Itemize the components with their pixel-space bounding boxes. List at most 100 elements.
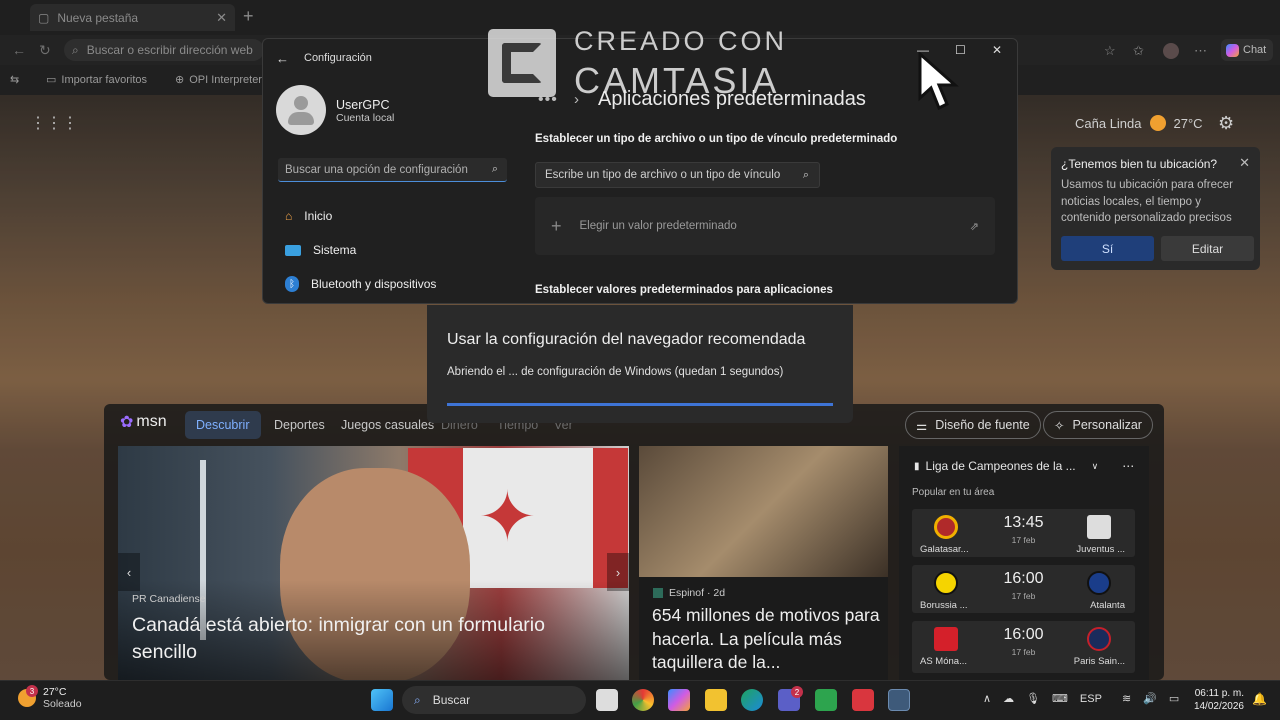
- copilot-icon[interactable]: [668, 689, 690, 711]
- film-photo: [639, 446, 888, 577]
- dialog-progress-bar: [447, 403, 833, 406]
- edge-icon[interactable]: [741, 689, 763, 711]
- task-view-icon[interactable]: [596, 689, 618, 711]
- location-popup: ¿Tenemos bien tu ubicación? Usamos tu ub…: [1051, 147, 1260, 270]
- nav-item-home[interactable]: ⌂ Inicio: [285, 209, 332, 223]
- mouse-cursor-icon: [918, 52, 960, 112]
- camtasia-green-icon[interactable]: [815, 689, 837, 711]
- copilot-icon: [1226, 43, 1239, 57]
- microphone-icon[interactable]: 🎙: [1026, 692, 1040, 705]
- back-arrow-icon[interactable]: ←: [276, 51, 289, 66]
- location-popup-title: ¿Tenemos bien tu ubicación?: [1061, 157, 1218, 171]
- match-time: 16:00: [1003, 570, 1044, 587]
- news-headline[interactable]: Canadá está abierto: inmigrar con un for…: [132, 612, 612, 666]
- carousel-next-icon[interactable]: ›: [607, 553, 629, 591]
- taskbar-temp: 27°C: [43, 686, 67, 698]
- personalize-button[interactable]: ✧ Personalizar: [1043, 411, 1153, 439]
- volume-icon[interactable]: 🔊: [1143, 692, 1157, 705]
- chrome-icon[interactable]: [632, 689, 654, 711]
- taskbar-search[interactable]: ⌕ Buscar: [402, 686, 586, 714]
- onedrive-icon[interactable]: ☁: [1003, 692, 1014, 705]
- chevron-up-icon[interactable]: ∧: [983, 692, 991, 705]
- weather-widget[interactable]: Caña Linda 27°C: [1075, 115, 1203, 131]
- keyboard-icon[interactable]: ⌨: [1052, 692, 1068, 705]
- plus-icon: +: [551, 215, 562, 236]
- taskbar-weather[interactable]: 3 27°C Soleado: [18, 685, 82, 710]
- weather-badge: 3: [26, 685, 38, 697]
- more-icon[interactable]: ⋯: [1122, 459, 1134, 473]
- nav-item-bluetooth[interactable]: ᛒ Bluetooth y dispositivos: [285, 276, 436, 292]
- tab-discover[interactable]: Descubrir: [185, 411, 261, 439]
- filetype-search-input[interactable]: Escribe un tipo de archivo o un tipo de …: [535, 162, 820, 188]
- font-design-label: Diseño de fuente: [935, 418, 1030, 432]
- search-icon: ⌕: [72, 42, 79, 57]
- carousel-prev-icon[interactable]: ‹: [118, 553, 140, 591]
- sliders-icon: ⚌: [916, 418, 928, 433]
- temperature: 27°C: [1173, 115, 1203, 131]
- wifi-icon[interactable]: ≋: [1122, 692, 1131, 705]
- monitor-icon: [285, 244, 301, 256]
- user-name: UserGPC: [336, 98, 390, 112]
- favorite-star-icon[interactable]: ☆: [1104, 43, 1116, 59]
- close-icon[interactable]: ✕: [1239, 155, 1250, 171]
- match-row[interactable]: 16:00 17 feb AS Móna... Paris Sain...: [912, 621, 1135, 673]
- address-bar[interactable]: ⌕ Buscar o escribir dirección web: [64, 39, 264, 61]
- file-explorer-icon[interactable]: [705, 689, 727, 711]
- user-avatar[interactable]: [276, 85, 326, 135]
- edit-button[interactable]: Editar: [1161, 236, 1254, 261]
- home-team: AS Móna...: [920, 656, 967, 667]
- address-placeholder: Buscar o escribir dirección web: [86, 43, 253, 57]
- settings-search-input[interactable]: Buscar una opción de configuración ⌕: [278, 158, 507, 182]
- search-icon: ⌕: [802, 168, 809, 181]
- chevron-down-icon[interactable]: ∨: [1092, 461, 1099, 472]
- filetype-section-label: Establecer un tipo de archivo o un tipo …: [535, 133, 898, 145]
- windows-start-icon[interactable]: [371, 689, 393, 711]
- tab-title: Nueva pestaña: [57, 10, 139, 25]
- import-icon[interactable]: ⇆: [10, 73, 19, 86]
- choose-default-button[interactable]: + Elegir un valor predeterminado ⇗: [535, 197, 995, 255]
- tab-sports[interactable]: Deportes: [274, 418, 325, 432]
- notifications-icon[interactable]: 🔔: [1252, 692, 1267, 706]
- gear-icon[interactable]: ⚙: [1218, 113, 1234, 134]
- account-type: Cuenta local: [336, 112, 395, 124]
- tab-new-tab[interactable]: ▢ Nueva pestaña ✕: [30, 4, 235, 31]
- settings-gear-icon[interactable]: [888, 689, 910, 711]
- apps-grid-icon[interactable]: ⋮⋮⋮: [30, 113, 78, 133]
- more-icon[interactable]: ⋯: [1194, 43, 1207, 59]
- profile-avatar[interactable]: [1163, 43, 1179, 59]
- match-row[interactable]: 16:00 17 feb Borussia ... Atalanta: [912, 565, 1135, 613]
- battery-icon[interactable]: ▭: [1169, 692, 1179, 705]
- close-window-icon[interactable]: ✕: [992, 43, 1002, 57]
- msn-logo[interactable]: ✿ msn: [120, 412, 167, 432]
- favorite-item-opi[interactable]: ⊕ OPI Interpreter: [175, 73, 262, 87]
- tab-casual-games[interactable]: Juegos casuales: [341, 418, 434, 432]
- font-design-button[interactable]: ⚌ Diseño de fuente: [905, 411, 1041, 439]
- back-icon[interactable]: ←: [12, 42, 26, 58]
- sports-header[interactable]: ▮ Liga de Campeones de la ... ∨ ⋯: [914, 459, 1134, 473]
- trophy-icon: ▮: [914, 460, 920, 472]
- camtasia-red-icon[interactable]: [852, 689, 874, 711]
- nav-item-system[interactable]: Sistema: [285, 243, 356, 257]
- taskbar-clock[interactable]: 06:11 p. m. 14/02/2026: [1190, 687, 1244, 713]
- close-tab-icon[interactable]: ✕: [216, 10, 227, 26]
- new-tab-icon[interactable]: +: [243, 6, 254, 27]
- copilot-chat-button[interactable]: Chat: [1221, 39, 1273, 61]
- yes-button[interactable]: Sí: [1061, 236, 1154, 261]
- dialog-message: Abriendo el ... de configuración de Wind…: [447, 366, 784, 378]
- folder-icon: ▭: [46, 74, 57, 86]
- away-team: Atalanta: [1090, 600, 1125, 611]
- away-team: Paris Sain...: [1073, 656, 1125, 667]
- favorite-item-import[interactable]: ▭ Importar favoritos: [46, 73, 147, 87]
- home-team: Borussia ...: [920, 600, 968, 611]
- clock-date: 14/02/2026: [1193, 701, 1244, 712]
- nav-label: Sistema: [313, 243, 357, 257]
- favorites-icon[interactable]: ✩: [1133, 43, 1144, 59]
- search-icon: ⌕: [414, 692, 421, 707]
- language-indicator[interactable]: ESP: [1080, 693, 1102, 705]
- chat-label: Chat: [1243, 44, 1267, 56]
- nav-label: Inicio: [304, 209, 333, 223]
- news-headline[interactable]: 654 millones de motivos para hacerla. La…: [652, 604, 882, 675]
- filetype-placeholder: Escribe un tipo de archivo o un tipo de …: [545, 169, 781, 181]
- match-row[interactable]: 13:45 17 feb Galatasar... Juventus ...: [912, 509, 1135, 557]
- refresh-icon[interactable]: ↻: [39, 42, 51, 59]
